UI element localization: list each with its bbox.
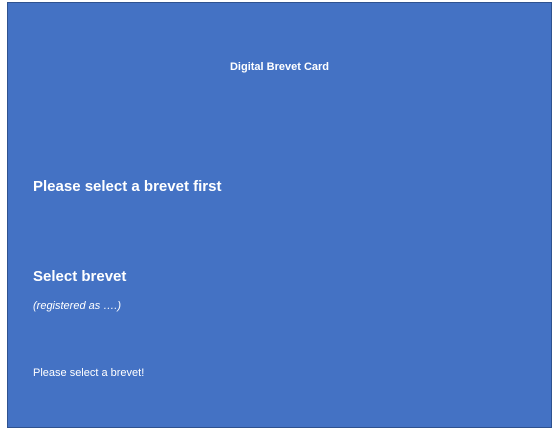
select-brevet-button[interactable]: Select brevet	[33, 268, 126, 285]
select-brevet-prompt: Please select a brevet first	[33, 178, 221, 195]
app-screen: Digital Brevet Card Please select a brev…	[7, 2, 552, 428]
status-message: Please select a brevet!	[33, 367, 144, 379]
registered-as-note: (registered as ….)	[33, 300, 121, 312]
app-title: Digital Brevet Card	[8, 61, 551, 73]
